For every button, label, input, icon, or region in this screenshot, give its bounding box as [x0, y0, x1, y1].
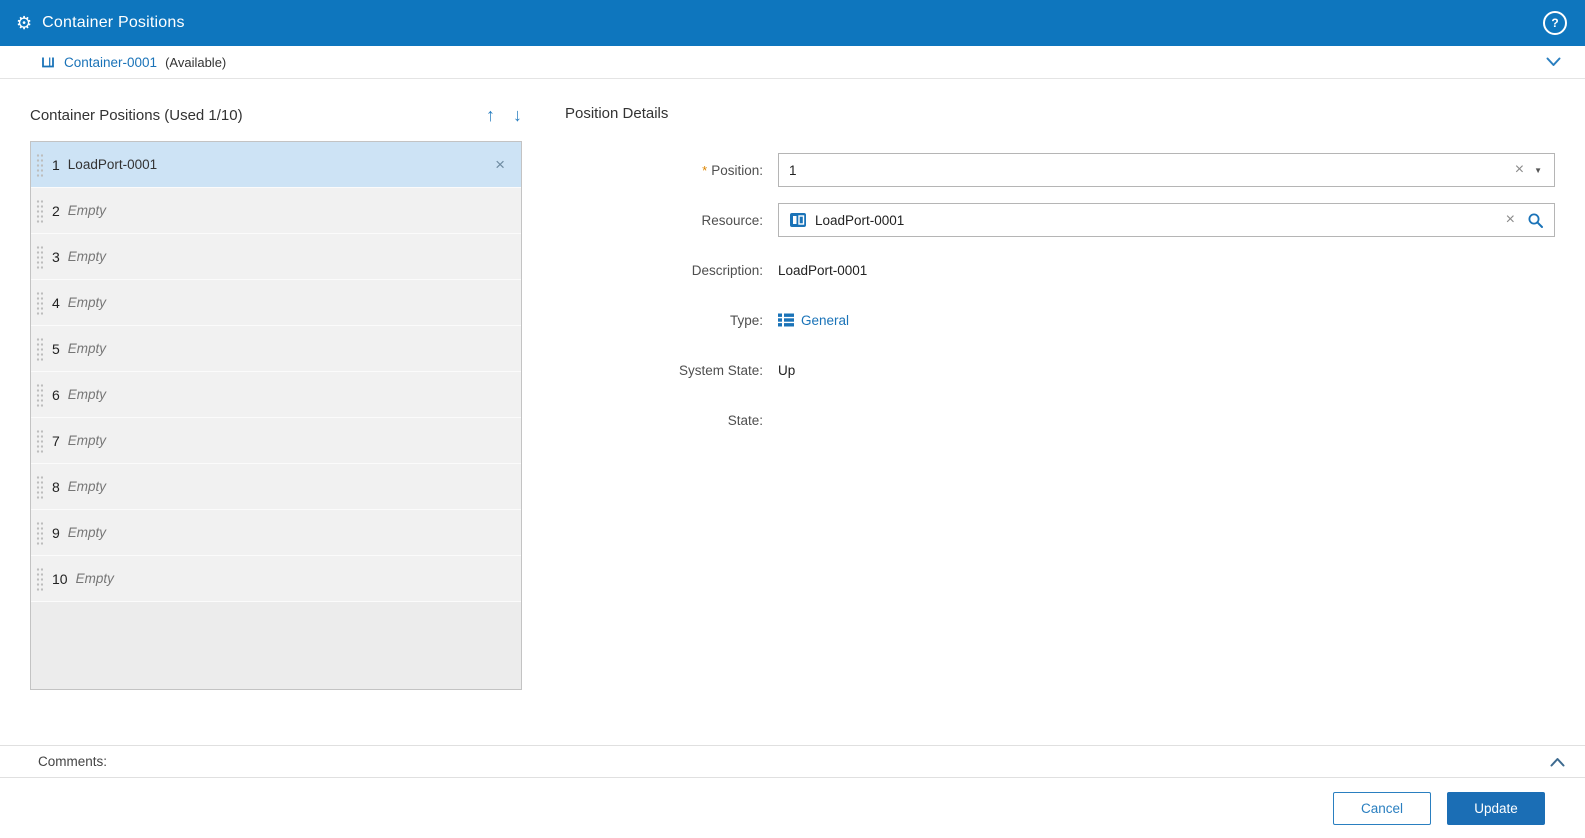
help-icon[interactable]: ? — [1543, 11, 1567, 35]
drag-handle-icon[interactable] — [36, 152, 43, 177]
position-label: Empty — [67, 295, 107, 310]
clear-resource-icon[interactable]: × — [1496, 212, 1525, 228]
breadcrumb-container-link[interactable]: Container-0001 — [64, 55, 157, 70]
cancel-button[interactable]: Cancel — [1333, 791, 1431, 825]
positions-panel-title: Container Positions (Used 1/10) — [30, 106, 243, 124]
position-number: 2 — [52, 202, 60, 219]
position-label: Empty — [67, 387, 107, 402]
position-label: Empty — [67, 479, 107, 494]
resource-field-label: Resource: — [701, 212, 763, 228]
state-field-label: State: — [727, 412, 763, 428]
move-down-button[interactable]: ↓ — [513, 106, 522, 124]
position-label: Empty — [67, 249, 107, 264]
main-content: Container Positions (Used 1/10) ↑ ↓ 1 Lo… — [0, 79, 1585, 745]
type-general-icon — [778, 312, 794, 328]
drag-handle-icon[interactable] — [36, 382, 43, 407]
position-details-title: Position Details — [565, 105, 669, 122]
position-number: 1 — [52, 156, 60, 173]
remove-position-button[interactable]: × — [495, 156, 505, 173]
drag-handle-icon[interactable] — [36, 428, 43, 453]
move-up-button[interactable]: ↑ — [486, 106, 495, 124]
list-item[interactable]: 4 Empty — [31, 280, 521, 326]
chevron-down-icon[interactable] — [1546, 57, 1561, 67]
position-field-label: * Position: — [702, 162, 763, 178]
list-item[interactable]: 7 Empty — [31, 418, 521, 464]
system-state-field-label: System State: — [678, 362, 763, 378]
drag-handle-icon[interactable] — [36, 244, 43, 269]
system-state-value: Up — [778, 362, 796, 378]
container-icon — [40, 54, 56, 70]
list-item[interactable]: 9 Empty — [31, 510, 521, 556]
drag-handle-icon[interactable] — [36, 290, 43, 315]
update-button[interactable]: Update — [1447, 791, 1545, 825]
position-input[interactable]: 1 × ▼ — [778, 153, 1555, 187]
page-title: Container Positions — [42, 14, 185, 31]
position-label: Empty — [67, 433, 107, 448]
type-field-label: Type: — [729, 312, 763, 328]
list-item[interactable]: 2 Empty — [31, 188, 521, 234]
container-status: (Available) — [165, 54, 227, 70]
chevron-up-icon[interactable] — [1550, 757, 1565, 767]
description-value: LoadPort-0001 — [778, 262, 868, 278]
resource-value: LoadPort-0001 — [815, 212, 905, 228]
position-number: 8 — [52, 478, 60, 495]
position-number: 6 — [52, 386, 60, 403]
clear-position-icon[interactable]: × — [1505, 162, 1534, 178]
title-bar: ⚙ Container Positions ? — [0, 0, 1585, 46]
positions-panel: Container Positions (Used 1/10) ↑ ↓ 1 Lo… — [30, 79, 522, 745]
position-value: 1 — [789, 162, 797, 178]
list-item[interactable]: 5 Empty — [31, 326, 521, 372]
position-label: Empty — [67, 203, 107, 218]
position-number: 9 — [52, 524, 60, 541]
breadcrumb: Container-0001 (Available) — [0, 46, 1585, 79]
position-number: 7 — [52, 432, 60, 449]
list-item[interactable]: 1 LoadPort-0001 × — [31, 142, 521, 188]
position-label: Empty — [75, 571, 114, 586]
resource-input[interactable]: LoadPort-0001 × — [778, 203, 1555, 237]
drag-handle-icon[interactable] — [36, 198, 43, 223]
form-row-position: * Position: 1 × ▼ — [565, 153, 1555, 187]
position-label: LoadPort-0001 — [67, 157, 158, 172]
drag-handle-icon[interactable] — [36, 520, 43, 545]
position-details-panel: Position Details * Position: 1 × ▼ Resour… — [522, 79, 1585, 745]
drag-handle-icon[interactable] — [36, 566, 43, 591]
footer-action-bar: Cancel Update — [0, 778, 1585, 838]
comments-label: Comments: — [38, 754, 108, 769]
list-item[interactable]: 10 Empty — [31, 556, 521, 602]
form-row-type: Type: General — [565, 303, 1555, 337]
dropdown-caret-icon[interactable]: ▼ — [1534, 166, 1554, 175]
description-field-label: Description: — [691, 262, 763, 278]
list-item[interactable]: 6 Empty — [31, 372, 521, 418]
position-number: 10 — [52, 570, 68, 587]
gear-icon: ⚙ — [16, 13, 33, 33]
form-row-resource: Resource: LoadPort-0001 × — [565, 203, 1555, 237]
loadport-icon — [789, 211, 807, 229]
drag-handle-icon[interactable] — [36, 336, 43, 361]
position-number: 3 — [52, 248, 60, 265]
position-label: Empty — [67, 341, 107, 356]
drag-handle-icon[interactable] — [36, 474, 43, 499]
form-row-system-state: System State: Up — [565, 353, 1555, 387]
position-number: 4 — [52, 294, 60, 311]
required-asterisk: * — [702, 162, 708, 178]
type-value-link[interactable]: General — [801, 313, 849, 328]
list-item[interactable]: 8 Empty — [31, 464, 521, 510]
form-row-state: State: — [565, 403, 1555, 437]
comments-section: Comments: — [0, 745, 1585, 778]
positions-list: 1 LoadPort-0001 × 2 Empty 3 Empty 4 Empt… — [30, 141, 522, 690]
list-item[interactable]: 3 Empty — [31, 234, 521, 280]
position-number: 5 — [52, 340, 60, 357]
position-label: Empty — [67, 525, 107, 540]
search-icon[interactable] — [1525, 212, 1554, 229]
form-row-description: Description: LoadPort-0001 — [565, 253, 1555, 287]
